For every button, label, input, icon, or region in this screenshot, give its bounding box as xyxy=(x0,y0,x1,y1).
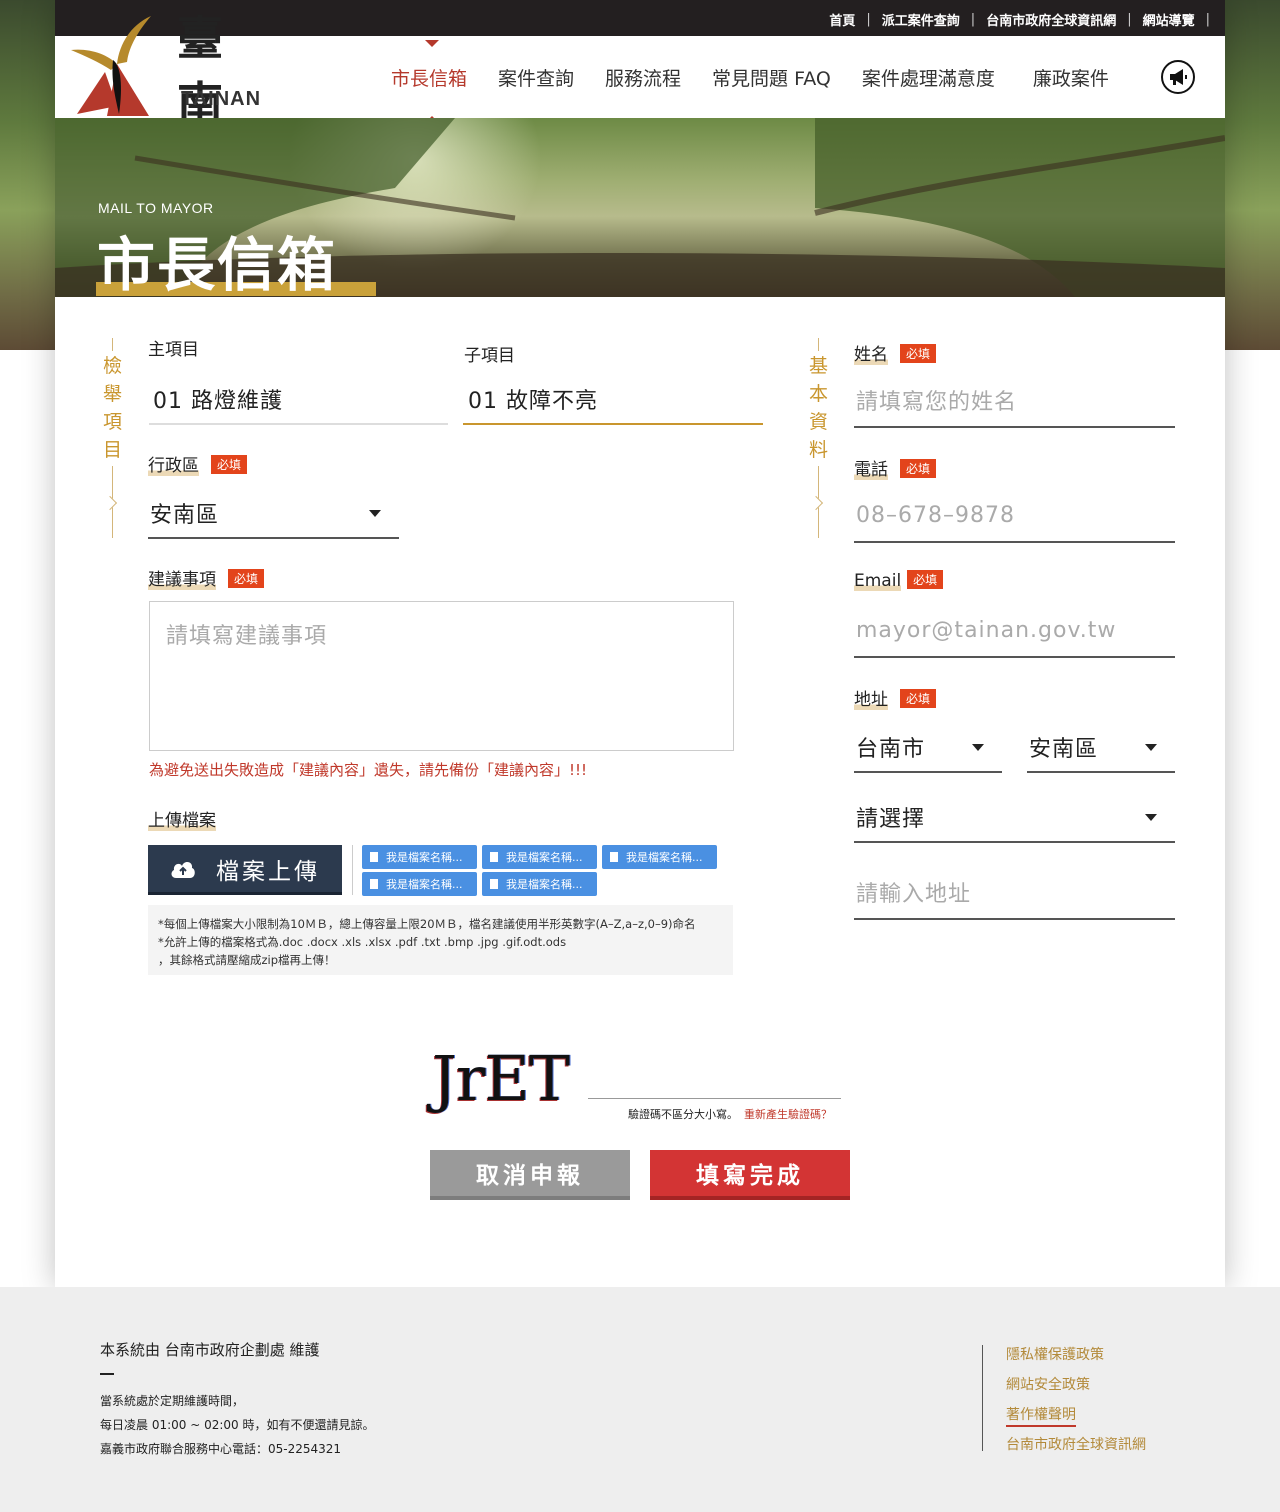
file-chip[interactable]: 我是檔案名稱... xyxy=(482,845,597,869)
section-label-basic: 基本資料 xyxy=(809,355,829,461)
name-label: 姓名 必填 xyxy=(854,340,937,365)
captcha-hint: 驗證碼不區分大小寫。 重新產生驗證碼？ xyxy=(628,1108,832,1121)
logo-latin-text: TAINAN xyxy=(181,88,262,110)
address-label: 地址 必填 xyxy=(854,685,937,710)
backup-warning: 為避免送出失敗造成「建議內容」遺失，請先備份「建議內容」!!! xyxy=(149,761,588,779)
nav-item-mayor-mailbox[interactable]: 市長信箱 xyxy=(391,40,467,123)
logo-emblem-icon xyxy=(71,16,151,116)
nav-item-integrity-cases[interactable]: 廉政案件 xyxy=(1033,64,1109,91)
hero-banner: MAIL TO MAYOR 市長信箱 xyxy=(55,118,1225,297)
footer-link-copyright[interactable]: 著作權聲明 xyxy=(1006,1404,1076,1427)
footer-link-privacy[interactable]: 隱私權保護政策 xyxy=(1006,1344,1104,1364)
top-link-sitemap[interactable]: 網站導覽 xyxy=(1143,10,1195,29)
email-input[interactable]: mayor@tainan.gov.tw xyxy=(854,604,1175,658)
top-link-gov-portal[interactable]: 台南市政府全球資訊網 xyxy=(986,10,1116,29)
file-chip[interactable]: 我是檔案名稱... xyxy=(602,845,717,869)
footer-link-security[interactable]: 網站安全政策 xyxy=(1006,1374,1090,1394)
top-link-dispatch-query[interactable]: 派工案件查詢 xyxy=(882,10,960,29)
required-badge: 必填 xyxy=(907,570,944,589)
suggestion-textarea[interactable]: 請填寫建議事項 xyxy=(149,601,734,751)
service-phone: 嘉義市政府聯合服務中心電話：05-2254321 xyxy=(100,1442,342,1456)
district-label: 行政區 必填 xyxy=(148,451,248,476)
email-label: Email 必填 xyxy=(854,570,944,591)
cloud-upload-icon xyxy=(171,861,195,878)
logo-han-text: 臺南 xyxy=(177,11,223,131)
captcha-input[interactable] xyxy=(588,1098,841,1099)
file-icon xyxy=(490,852,498,862)
chevron-down-icon xyxy=(369,510,381,517)
divider xyxy=(100,1373,114,1375)
phone-label: 電話 必填 xyxy=(854,455,937,480)
phone-input[interactable]: 08–678–9878 xyxy=(854,489,1175,543)
required-badge: 必填 xyxy=(900,689,937,708)
suggestion-label: 建議事項 必填 xyxy=(148,565,265,590)
nav-item-satisfaction[interactable]: 案件處理滿意度 xyxy=(862,64,995,91)
file-chip[interactable]: 我是檔案名稱... xyxy=(362,872,477,896)
file-icon xyxy=(610,852,618,862)
file-chip[interactable]: 我是檔案名稱... xyxy=(362,845,477,869)
chevron-down-icon xyxy=(972,743,984,751)
required-badge: 必填 xyxy=(211,455,248,474)
captcha-image: JrET xyxy=(432,1042,570,1115)
megaphone-icon[interactable] xyxy=(1161,60,1195,94)
file-icon xyxy=(370,852,378,862)
required-badge: 必填 xyxy=(900,344,937,363)
address-district-select[interactable]: 安南區 xyxy=(1027,722,1175,773)
file-chip[interactable]: 我是檔案名稱... xyxy=(482,872,597,896)
section-label-report: 檢舉項目 xyxy=(103,355,123,461)
upload-label: 上傳檔案 xyxy=(148,811,216,831)
cancel-button[interactable]: 取消申報 xyxy=(430,1150,630,1200)
nav-item-service-flow[interactable]: 服務流程 xyxy=(605,64,681,91)
tainan-logo[interactable]: 臺南 TAINAN xyxy=(69,6,262,131)
footer-divider xyxy=(982,1345,983,1451)
sub-item-label: 子項目 xyxy=(464,346,515,366)
sub-item-select[interactable]: 01 故障不亮 xyxy=(463,374,763,425)
nav-item-faq[interactable]: 常見問題 FAQ xyxy=(712,64,831,91)
header: 臺南 TAINAN 市長信箱 案件查詢 服務流程 常見問題 FAQ 案件處理滿意… xyxy=(55,11,1225,131)
required-badge: 必填 xyxy=(228,569,265,588)
footer: 本系統由 台南市政府企劃處 維護 當系統處於定期維護時間， 每日凌晨 01:00… xyxy=(0,1287,1280,1512)
chevron-down-icon xyxy=(1145,743,1157,751)
top-link-home[interactable]: 首頁 xyxy=(829,10,855,29)
nav-item-case-query[interactable]: 案件查詢 xyxy=(498,64,574,91)
banner-title: 市長信箱 xyxy=(97,231,338,297)
maintenance-info: 當系統處於定期維護時間， xyxy=(100,1394,245,1408)
file-icon xyxy=(370,879,378,889)
regenerate-captcha-link[interactable]: 重新產生驗證碼？ xyxy=(744,1108,832,1121)
name-input[interactable]: 請填寫您的姓名 xyxy=(854,374,1175,428)
chevron-down-icon xyxy=(1145,813,1157,821)
banner-subtitle: MAIL TO MAYOR xyxy=(98,200,214,216)
district-select[interactable]: 安南區 xyxy=(148,489,399,539)
footer-link-gov-portal[interactable]: 台南市政府全球資訊網 xyxy=(1006,1434,1146,1454)
file-icon xyxy=(490,879,498,889)
address-input[interactable]: 請輸入地址 xyxy=(854,866,1175,920)
submit-button[interactable]: 填寫完成 xyxy=(650,1150,850,1200)
main-item-label: 主項目 xyxy=(148,340,199,360)
main-nav: 市長信箱 案件查詢 服務流程 常見問題 FAQ 案件處理滿意度 廉政案件 xyxy=(391,40,1140,123)
required-badge: 必填 xyxy=(900,459,937,478)
main-item-select[interactable]: 01 路燈維護 xyxy=(149,374,448,425)
upload-button[interactable]: 檔案上傳 xyxy=(148,845,342,895)
maintainer-text: 本系統由 台南市政府企劃處 維護 xyxy=(100,1341,320,1359)
upload-notes: *每個上傳檔案大小限制為10ＭＢ，總上傳容量上限20ＭＢ，檔名建議使用半形英數字… xyxy=(148,905,733,975)
active-indicator-top xyxy=(425,40,439,47)
top-links: 首頁 | 派工案件查詢 | 台南市政府全球資訊網 | 網站導覽 | xyxy=(829,10,1210,29)
area-select[interactable]: 請選擇 xyxy=(854,792,1175,843)
maintenance-hours: 每日凌晨 01:00 ~ 02:00 時，如有不便還請見諒。 xyxy=(100,1418,375,1432)
city-select[interactable]: 台南市 xyxy=(854,722,1002,773)
